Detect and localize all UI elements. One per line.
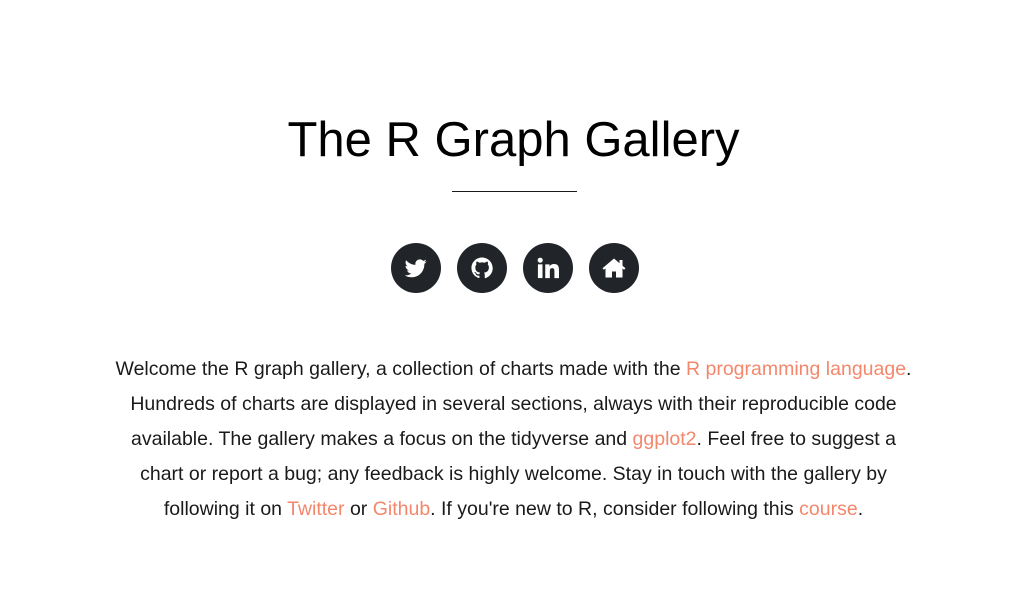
intro-text: or [344, 498, 373, 520]
home-button[interactable] [589, 243, 639, 293]
page-title: The R Graph Gallery [287, 113, 740, 167]
title-divider [452, 191, 577, 192]
intro-text: Welcome the R graph gallery, a collectio… [115, 358, 686, 380]
intro-paragraph: Welcome the R graph gallery, a collectio… [112, 352, 915, 527]
course-link[interactable]: course [799, 498, 858, 520]
github-button[interactable] [457, 243, 507, 293]
linkedin-icon [537, 257, 559, 279]
github-link[interactable]: Github [373, 498, 430, 520]
twitter-button[interactable] [391, 243, 441, 293]
twitter-link[interactable]: Twitter [287, 498, 344, 520]
r-language-link[interactable]: R programming language [686, 358, 906, 380]
intro-text: . [857, 498, 864, 520]
linkedin-button[interactable] [523, 243, 573, 293]
intro-text: . If you're new to R, consider following… [430, 498, 800, 520]
github-icon [471, 257, 493, 279]
ggplot2-link[interactable]: ggplot2 [633, 428, 697, 450]
home-icon [602, 258, 626, 278]
social-links [391, 243, 639, 293]
twitter-icon [405, 258, 427, 277]
